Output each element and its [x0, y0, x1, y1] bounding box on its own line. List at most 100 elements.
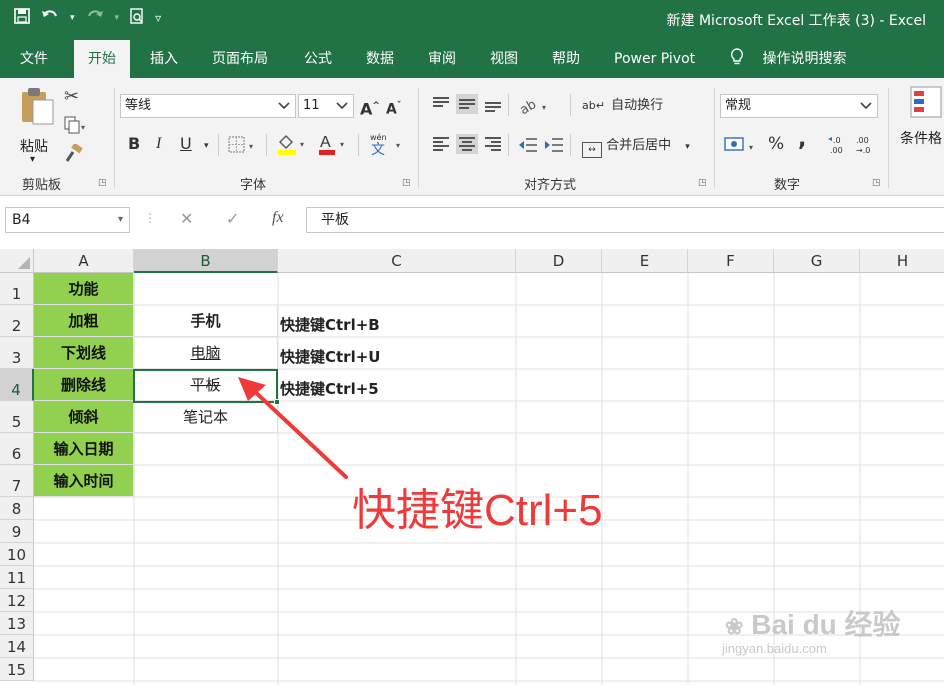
svg-text:.0: .0: [833, 136, 841, 145]
top-align-icon[interactable]: [430, 94, 452, 114]
align-center-icon[interactable]: [456, 134, 478, 154]
borders-icon[interactable]: ▾: [228, 136, 258, 158]
copy-icon[interactable]: ▾: [64, 116, 86, 138]
alignment-group-label: 对齐方式: [524, 178, 577, 193]
number-format-dropdown[interactable]: 常规: [720, 94, 878, 118]
svg-text:ab: ab: [518, 97, 539, 116]
formula-bar: B4 ▾ ⋮ ✕ ✓ fx 平板: [0, 197, 944, 247]
formula-bar-controls: ✕ ✓ fx: [168, 207, 304, 233]
number-format-value: 常规: [725, 98, 752, 113]
italic-button[interactable]: I: [156, 134, 161, 154]
enter-icon[interactable]: ✓: [226, 209, 239, 228]
number-launcher-icon[interactable]: ◳: [872, 178, 881, 188]
increase-decimal-icon[interactable]: .0.00: [828, 134, 850, 160]
increase-font-size-icon[interactable]: A^: [360, 96, 380, 119]
format-painter-icon[interactable]: [64, 142, 84, 168]
font-group-label: 字体: [240, 178, 267, 193]
svg-text:.00: .00: [856, 136, 869, 145]
font-launcher-icon[interactable]: ◳: [402, 178, 411, 188]
clipboard-launcher-icon[interactable]: ◳: [98, 178, 107, 188]
decrease-indent-icon[interactable]: [518, 136, 538, 158]
tab-file[interactable]: 文件: [6, 40, 62, 78]
customize-qat-icon[interactable]: ▿: [155, 11, 161, 25]
svg-text:▾: ▾: [300, 140, 304, 149]
align-left-icon[interactable]: [430, 134, 452, 154]
window-title: 新建 Microsoft Excel 工作表 (3) - Excel: [666, 13, 926, 29]
chevron-down-icon: [277, 95, 291, 125]
worksheet-grid: A B C D E F G H 1 2 3 4 5 6 7 8 9 10 11 …: [0, 249, 944, 685]
svg-text:▾: ▾: [249, 142, 253, 151]
chevron-down-icon: [859, 95, 873, 125]
svg-text:A: A: [320, 134, 331, 151]
undo-icon[interactable]: [40, 8, 60, 28]
redo-dropdown-icon[interactable]: ▾: [115, 13, 120, 23]
comma-style-button[interactable]: ,: [798, 129, 806, 151]
watermark-brand: Bai du 经验: [751, 609, 901, 640]
ribbon-home: 粘贴 ▾ ✂ ▾ 剪贴板 ◳ 等线 11 A^ Aˇ B I U ▾ ▾ ▾ A…: [0, 78, 944, 196]
paste-dropdown-icon[interactable]: ▾: [30, 154, 35, 165]
name-box[interactable]: B4 ▾: [5, 207, 130, 233]
title-bar: ▾ ▾ ▿ 新建 Microsoft Excel 工作表 (3) - Excel: [0, 0, 944, 40]
name-box-dropdown-icon[interactable]: ▾: [118, 208, 123, 232]
cut-icon[interactable]: ✂: [64, 86, 79, 107]
decrease-font-size-icon[interactable]: Aˇ: [386, 96, 401, 120]
tab-page-layout[interactable]: 页面布局: [198, 40, 282, 78]
tab-power-pivot[interactable]: Power Pivot: [600, 40, 709, 78]
align-right-icon[interactable]: [482, 134, 504, 154]
formula-bar-grip-icon[interactable]: ⋮: [144, 211, 156, 225]
tell-me-label: 操作说明搜索: [762, 51, 847, 67]
tab-help[interactable]: 帮助: [538, 40, 594, 78]
percent-style-button[interactable]: %: [768, 134, 784, 154]
alignment-launcher-icon[interactable]: ◳: [698, 178, 707, 188]
conditional-format-button[interactable]: 条件格: [898, 86, 944, 166]
lightbulb-icon: [730, 40, 750, 78]
paste-icon: [22, 88, 54, 125]
tab-review[interactable]: 审阅: [414, 40, 470, 78]
phonetic-guide-icon[interactable]: wén 文 ▾: [368, 132, 408, 160]
insert-function-icon[interactable]: fx: [272, 209, 284, 227]
undo-dropdown-icon[interactable]: ▾: [70, 13, 75, 23]
print-preview-icon[interactable]: [129, 8, 145, 28]
svg-text:.00: .00: [830, 146, 843, 155]
tab-data[interactable]: 数据: [352, 40, 408, 78]
font-size-value: 11: [303, 98, 320, 113]
annotation-text: 快捷键Ctrl+5: [352, 486, 603, 535]
bottom-align-icon[interactable]: [482, 94, 504, 114]
svg-text:▾: ▾: [396, 141, 400, 150]
cancel-icon[interactable]: ✕: [180, 209, 193, 228]
redo-icon[interactable]: [85, 8, 105, 28]
merge-center-label: 合并后居中: [606, 138, 672, 153]
name-box-value: B4: [12, 212, 31, 228]
paw-icon: ❀: [725, 614, 744, 639]
middle-align-icon[interactable]: [456, 94, 478, 114]
baidu-watermark: ❀ Bai du 经验: [725, 603, 901, 643]
underline-dropdown-icon[interactable]: ▾: [204, 136, 209, 156]
tab-home[interactable]: 开始: [74, 40, 130, 78]
save-icon[interactable]: [14, 8, 30, 28]
clipboard-group-label: 剪贴板: [22, 178, 62, 193]
fill-color-icon[interactable]: ▾: [276, 132, 310, 160]
merge-center-button[interactable]: ↔ 合并后居中 ▾: [582, 136, 690, 158]
tab-insert[interactable]: 插入: [136, 40, 192, 78]
quick-access-toolbar: ▾ ▾ ▿: [14, 8, 161, 28]
increase-indent-icon[interactable]: [544, 136, 564, 158]
formula-input[interactable]: 平板: [306, 207, 944, 233]
orientation-icon[interactable]: ab ▾: [517, 96, 552, 120]
underline-button[interactable]: U: [180, 134, 192, 154]
svg-text:wén: wén: [370, 132, 387, 142]
font-name-dropdown[interactable]: 等线: [120, 94, 296, 118]
paste-button[interactable]: 粘贴 ▾: [14, 86, 60, 166]
font-color-icon[interactable]: A ▾: [318, 132, 350, 160]
conditional-format-label: 条件格: [900, 131, 942, 147]
merge-dropdown-icon[interactable]: ▾: [685, 142, 690, 152]
font-size-dropdown[interactable]: 11: [298, 94, 354, 118]
decrease-decimal-icon[interactable]: .00 →.0: [854, 134, 876, 160]
svg-text:文: 文: [371, 142, 385, 156]
chevron-down-icon: [335, 95, 349, 125]
wrap-text-button[interactable]: ab↵ 自动换行: [582, 96, 663, 116]
tab-view[interactable]: 视图: [476, 40, 532, 78]
bold-button[interactable]: B: [128, 134, 140, 154]
tell-me-search[interactable]: 操作说明搜索: [730, 40, 846, 78]
tab-formulas[interactable]: 公式: [290, 40, 346, 78]
accounting-format-icon[interactable]: ▾: [724, 134, 760, 160]
